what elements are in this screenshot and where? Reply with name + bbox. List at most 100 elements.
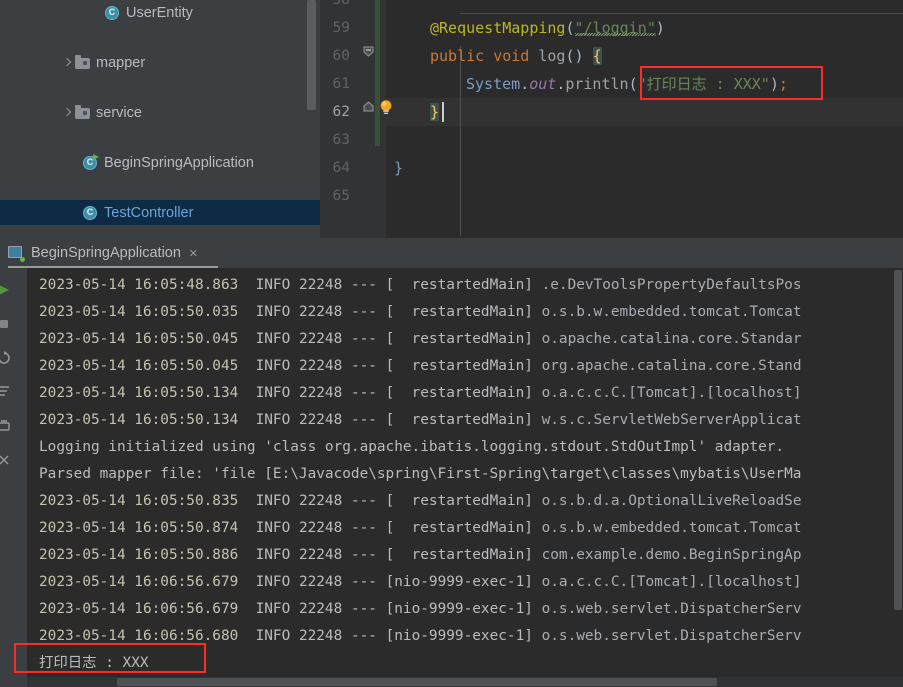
chevron-right-icon[interactable] xyxy=(60,56,74,70)
log-thread: [ restartedMain] xyxy=(385,385,533,401)
log-pid: 22248 xyxy=(298,628,343,644)
keyword-public: public xyxy=(430,47,485,65)
vcs-change-marker[interactable] xyxy=(375,46,380,146)
log-pid: 22248 xyxy=(298,601,343,617)
log-timestamp: 2023-05-14 16:05:50.035 xyxy=(39,304,239,320)
log-level: INFO xyxy=(255,628,291,644)
log-timestamp: 2023-05-14 16:05:50.134 xyxy=(39,385,239,401)
console-log-line: 2023-05-14 16:05:50.835 INFO 22248 --- [… xyxy=(39,488,802,515)
console-horizontal-scrollbar-thumb[interactable] xyxy=(117,678,717,686)
log-level: INFO xyxy=(255,493,291,509)
line-number: 64 xyxy=(332,160,350,176)
log-separator: --- xyxy=(350,358,377,374)
log-thread: [ restartedMain] xyxy=(385,304,533,320)
log-separator: --- xyxy=(350,412,377,428)
keyword-void: void xyxy=(493,47,530,65)
log-level: INFO xyxy=(255,547,291,563)
scroll-to-end-icon[interactable] xyxy=(0,384,12,400)
log-level: INFO xyxy=(255,520,291,536)
project-tree-panel[interactable]: C UserEntity mapper service C BeginSprin… xyxy=(0,0,320,238)
tree-item-mapper[interactable]: mapper xyxy=(0,50,320,75)
tree-scrollbar-track[interactable] xyxy=(307,0,318,238)
code-fold-collapse-icon[interactable] xyxy=(363,46,374,57)
code-line-60[interactable]: public void log() { xyxy=(430,42,602,70)
indent-guide xyxy=(460,128,461,236)
tree-scrollbar-thumb[interactable] xyxy=(307,0,316,110)
log-separator: --- xyxy=(350,574,377,590)
log-separator: --- xyxy=(350,385,377,401)
log-thread: [ restartedMain] xyxy=(385,277,533,293)
log-separator: --- xyxy=(350,547,377,563)
log-level: INFO xyxy=(255,412,291,428)
folder-icon xyxy=(74,55,92,71)
vcs-change-marker[interactable] xyxy=(375,0,380,48)
log-level: INFO xyxy=(255,277,291,293)
restart-icon[interactable] xyxy=(0,350,12,366)
tree-item-label: mapper xyxy=(96,54,146,71)
log-logger: o.s.b.w.embedded.tomcat.Tomcat xyxy=(541,304,802,320)
rerun-icon[interactable] xyxy=(0,282,12,298)
console-vertical-scrollbar[interactable] xyxy=(894,270,902,610)
editor-panel[interactable]: 58 59 60 61 62 63 64 65 @RequestMapping(… xyxy=(320,0,903,238)
log-timestamp: 2023-05-14 16:05:50.134 xyxy=(39,412,239,428)
console-output-area[interactable]: 2023-05-14 16:05:48.863 INFO 22248 --- [… xyxy=(0,268,903,687)
log-logger: o.s.b.w.embedded.tomcat.Tomcat xyxy=(541,520,802,536)
annotation-token: @RequestMapping xyxy=(430,19,566,37)
print-icon[interactable] xyxy=(0,418,12,434)
line-number: 60 xyxy=(332,48,350,64)
console-tab-bar[interactable]: BeginSpringApplication × xyxy=(0,238,903,268)
tree-item-label: TestController xyxy=(104,204,194,221)
console-stdout-highlighted: 打印日志 : XXX xyxy=(39,655,149,671)
code-line-64[interactable]: } xyxy=(394,154,403,182)
tree-item-label: UserEntity xyxy=(126,4,193,21)
clear-all-icon[interactable] xyxy=(0,452,12,468)
run-tool-window: BeginSpringApplication × 2023-05-14 16:0… xyxy=(0,238,903,687)
code-text-area[interactable]: @RequestMapping("/loggin") public void l… xyxy=(386,0,903,238)
top-area: C UserEntity mapper service C BeginSprin… xyxy=(0,0,903,238)
run-actions-toolbar[interactable] xyxy=(0,268,27,687)
console-log-line: 2023-05-14 16:05:50.134 INFO 22248 --- [… xyxy=(39,407,802,434)
close-brace-class: } xyxy=(394,159,404,177)
method-name: log xyxy=(538,47,566,65)
close-icon[interactable]: × xyxy=(189,246,198,261)
line-number: 65 xyxy=(332,188,350,204)
log-timestamp: 2023-05-14 16:05:50.886 xyxy=(39,547,239,563)
code-line-61[interactable]: System.out.println("打印日志 : XXX"); xyxy=(466,70,788,98)
tree-item-testcontroller[interactable]: C TestController xyxy=(0,200,320,225)
console-horizontal-scrollbar-track[interactable] xyxy=(27,677,903,687)
log-timestamp: 2023-05-14 16:06:56.680 xyxy=(39,628,239,644)
log-thread: [ restartedMain] xyxy=(385,520,533,536)
log-logger: com.example.demo.BeginSpringAp xyxy=(541,547,802,563)
console-tab-beginspringapplication[interactable]: BeginSpringApplication × xyxy=(8,239,204,267)
line-number: 58 xyxy=(332,0,350,8)
console-log-line: 2023-05-14 16:05:50.045 INFO 22248 --- [… xyxy=(39,326,802,353)
java-class-runnable-icon: C xyxy=(82,153,100,171)
code-line-62[interactable]: } xyxy=(430,98,440,126)
tree-item-userentity[interactable]: C UserEntity xyxy=(0,0,320,25)
console-log-line: 2023-05-14 16:05:50.134 INFO 22248 --- [… xyxy=(39,380,802,407)
log-timestamp: 2023-05-14 16:05:48.863 xyxy=(39,277,239,293)
log-thread: [ restartedMain] xyxy=(385,493,533,509)
log-thread: [ restartedMain] xyxy=(385,358,533,374)
console-plain-line: Logging initialized using 'class org.apa… xyxy=(39,439,785,455)
tree-item-beginspringapplication[interactable]: C BeginSpringApplication xyxy=(0,150,320,175)
console-text[interactable]: 2023-05-14 16:05:48.863 INFO 22248 --- [… xyxy=(27,268,903,687)
println-token: println xyxy=(565,75,629,93)
log-logger: o.s.b.d.a.OptionalLiveReloadSe xyxy=(541,493,802,509)
log-pid: 22248 xyxy=(298,304,343,320)
code-fold-end-icon[interactable] xyxy=(363,101,374,112)
chevron-right-icon[interactable] xyxy=(60,106,74,120)
java-class-icon: C xyxy=(104,5,122,21)
console-log-line: 2023-05-14 16:05:50.874 INFO 22248 --- [… xyxy=(39,515,802,542)
tree-item-service[interactable]: service xyxy=(0,100,320,125)
line-number-current: 62 xyxy=(332,104,350,120)
log-pid: 22248 xyxy=(298,547,343,563)
log-timestamp: 2023-05-14 16:06:56.679 xyxy=(39,601,239,617)
close-brace-method: } xyxy=(430,103,440,121)
stop-icon[interactable] xyxy=(0,316,12,332)
code-line-59[interactable]: @RequestMapping("/loggin") xyxy=(430,14,665,42)
console-log-line: 2023-05-14 16:06:56.679 INFO 22248 --- [… xyxy=(39,596,802,623)
